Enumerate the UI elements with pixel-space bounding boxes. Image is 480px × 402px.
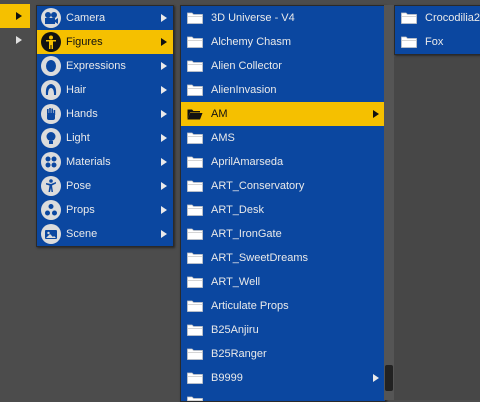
folder-item[interactable]: B25Ranger [181, 342, 385, 366]
folder-label: ART_IronGate [211, 228, 282, 240]
scrollbar-thumb[interactable] [385, 365, 393, 391]
menu-item-camera[interactable]: Camera [37, 6, 173, 30]
menu-item-label: Hair [66, 84, 87, 96]
folder-label: ART_Desk [211, 204, 264, 216]
folder-item[interactable]: AlienInvasion [181, 78, 385, 102]
menu-item-props[interactable]: Props [37, 198, 173, 222]
parent-menu-item[interactable] [0, 4, 30, 28]
folder-item[interactable]: Crocodilia2 [395, 6, 480, 30]
menu-item-label: Figures [66, 36, 103, 48]
expressions-icon [41, 56, 61, 76]
submenu-arrow-icon [16, 36, 22, 44]
figure-icon [41, 32, 61, 52]
materials-icon [41, 152, 61, 172]
folder-item[interactable]: ART_IronGate [181, 222, 385, 246]
parent-menu-stub [0, 4, 30, 52]
folder-item[interactable]: ART_Well [181, 270, 385, 294]
folder-item[interactable]: AprilAmarseda [181, 150, 385, 174]
menu-item-pose[interactable]: Pose [37, 174, 173, 198]
folder-item[interactable] [181, 390, 385, 401]
folder-label: Crocodilia2 [425, 12, 480, 24]
submenu-arrow-icon [161, 14, 167, 22]
folder-label: Alchemy Chasm [211, 36, 292, 48]
folder-item[interactable]: ART_SweetDreams [181, 246, 385, 270]
folder-label: Fox [425, 36, 444, 48]
submenu-arrow-icon [161, 182, 167, 190]
folder-item[interactable]: ART_Desk [181, 198, 385, 222]
folder-label: B25Anjiru [211, 324, 259, 336]
parent-menu-item[interactable] [0, 28, 30, 52]
submenu-arrow-icon [161, 134, 167, 142]
menu-item-label: Hands [66, 108, 98, 120]
scene-icon [41, 224, 61, 244]
folder-item[interactable]: Fox [395, 30, 480, 54]
menu-item-figures[interactable]: Figures [37, 30, 173, 54]
folder-item[interactable]: Alchemy Chasm [181, 30, 385, 54]
folder-item[interactable]: ART_Conservatory [181, 174, 385, 198]
folder-label: AM [211, 108, 228, 120]
folder-item[interactable]: Alien Collector [181, 54, 385, 78]
folder-label: ART_Conservatory [211, 180, 305, 192]
folder-label: Alien Collector [211, 60, 282, 72]
folder-item[interactable]: 3D Universe - V4 [181, 6, 385, 30]
folder-label: 3D Universe - V4 [211, 12, 295, 24]
hands-icon [41, 104, 61, 124]
menu-item-label: Scene [66, 228, 98, 240]
folder-label: B25Ranger [211, 348, 267, 360]
menu-item-label: Light [66, 132, 90, 144]
submenu-arrow-icon [373, 110, 379, 118]
props-icon [41, 200, 61, 220]
folder-label: ART_Well [211, 276, 261, 288]
folder-label: AprilAmarseda [211, 156, 284, 168]
hair-icon [41, 80, 61, 100]
menu-item-label: Props [66, 204, 95, 216]
menu-item-hair[interactable]: Hair [37, 78, 173, 102]
submenu-arrow-icon [16, 12, 22, 20]
menu-item-label: Materials [66, 156, 111, 168]
menu-item-expressions[interactable]: Expressions [37, 54, 173, 78]
folder-label: ART_SweetDreams [211, 252, 308, 264]
camera-icon [41, 8, 61, 28]
folder-item[interactable]: Articulate Props [181, 294, 385, 318]
folder-item[interactable]: AMS [181, 126, 385, 150]
submenu-arrow-icon [161, 230, 167, 238]
submenu-arrow-icon [161, 158, 167, 166]
category-menu: Camera Figures Expressions Hair Hands Light Ma… [36, 5, 174, 247]
submenu-arrow-icon [373, 374, 379, 382]
pose-icon [41, 176, 61, 196]
background-panel [394, 57, 480, 400]
folder-item[interactable]: B25Anjiru [181, 318, 385, 342]
menu-item-light[interactable]: Light [37, 126, 173, 150]
menu-item-label: Expressions [66, 60, 126, 72]
folder-item[interactable]: B9999 [181, 366, 385, 390]
folder-label: Articulate Props [211, 300, 289, 312]
menu-item-materials[interactable]: Materials [37, 150, 173, 174]
folder-label: AlienInvasion [211, 84, 277, 96]
figures-submenu: 3D Universe - V4 Alchemy Chasm Alien Colle… [180, 5, 386, 402]
menu-item-label: Camera [66, 12, 106, 24]
menu-item-scene[interactable]: Scene [37, 222, 173, 246]
folder-label: B9999 [211, 372, 243, 384]
folder-label: AMS [211, 132, 235, 144]
figures-scrollbar[interactable] [384, 5, 394, 400]
folder-item[interactable]: AM [181, 102, 385, 126]
submenu-arrow-icon [161, 38, 167, 46]
light-icon [41, 128, 61, 148]
submenu-arrow-icon [161, 62, 167, 70]
am-submenu: Crocodilia2 Fox [394, 5, 480, 55]
submenu-arrow-icon [161, 110, 167, 118]
menu-item-label: Pose [66, 180, 92, 192]
submenu-arrow-icon [161, 86, 167, 94]
submenu-arrow-icon [161, 206, 167, 214]
menu-item-hands[interactable]: Hands [37, 102, 173, 126]
